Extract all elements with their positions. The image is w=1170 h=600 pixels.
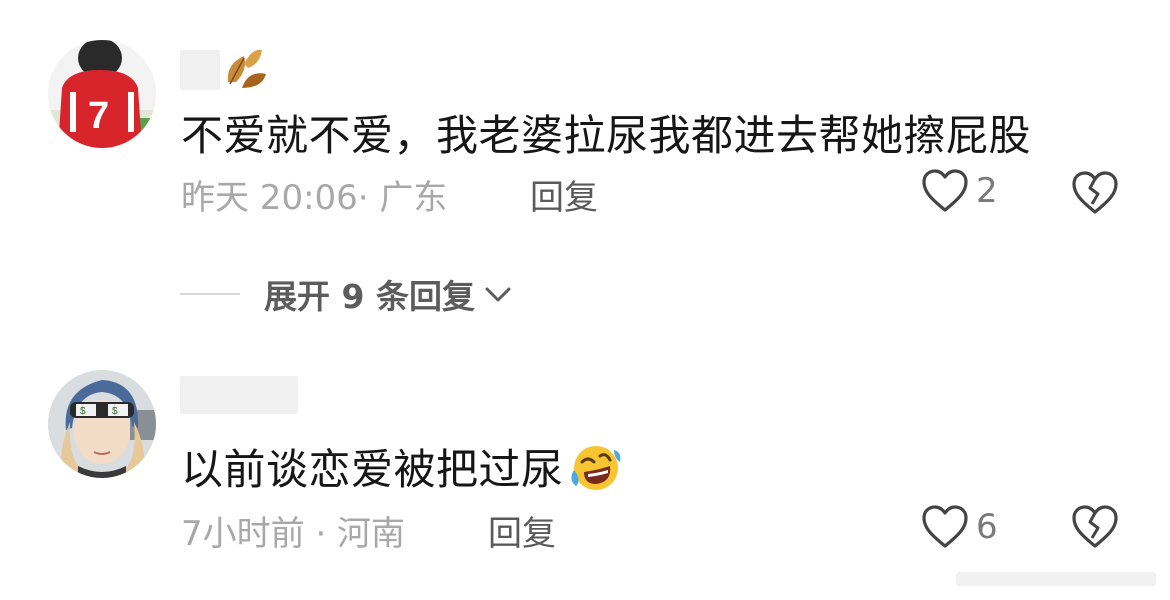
reply-button[interactable]: 回复 xyxy=(488,506,556,555)
like-button[interactable]: 2 xyxy=(920,168,998,214)
heart-outline-icon xyxy=(922,505,968,548)
username-redacted[interactable] xyxy=(180,50,220,90)
chevron-down-icon xyxy=(485,287,511,302)
expand-replies-button[interactable]: 展开 9 条回复 xyxy=(180,270,513,318)
like-count: 2 xyxy=(976,171,998,211)
comment-text: 不爱就不爱，我老婆拉尿我都进去帮她擦屁股 xyxy=(181,111,1032,160)
autumn-leaves-icon xyxy=(227,49,266,88)
comment-meta: 昨天 20:06· 广东 xyxy=(181,178,448,218)
svg-text:$: $ xyxy=(112,406,118,417)
comment-text: 以前谈恋爱被把过尿 xyxy=(181,436,624,497)
broken-heart-icon[interactable] xyxy=(1070,504,1120,550)
like-button[interactable]: 6 xyxy=(920,504,998,550)
username-redacted[interactable] xyxy=(180,376,298,414)
comment-list: 7 不爱就不爱，我老婆拉尿我都进去帮她擦屁股 昨天 20:06· 广东 回复 2… xyxy=(0,0,1170,600)
football-player-avatar-icon: 7 xyxy=(48,40,156,148)
comment-text-content: 以前谈恋爱被把过尿 xyxy=(181,445,564,494)
heart-outline-icon xyxy=(922,169,968,212)
expand-replies-label: 展开 9 条回复 xyxy=(264,277,475,316)
watermark xyxy=(956,572,1156,586)
like-count: 6 xyxy=(976,507,998,547)
avatar[interactable]: 7 xyxy=(48,40,156,148)
broken-heart-icon[interactable] xyxy=(1070,170,1120,216)
goggles-person-avatar-icon: $ $ xyxy=(48,370,156,478)
avatar[interactable]: $ $ xyxy=(48,370,156,478)
reply-button[interactable]: 回复 xyxy=(530,170,598,219)
divider xyxy=(180,293,240,295)
rolling-laughing-emoji xyxy=(570,446,620,490)
svg-text:$: $ xyxy=(80,406,86,417)
svg-text:7: 7 xyxy=(88,95,109,137)
comment-meta: 7小时前 · 河南 xyxy=(181,514,406,554)
